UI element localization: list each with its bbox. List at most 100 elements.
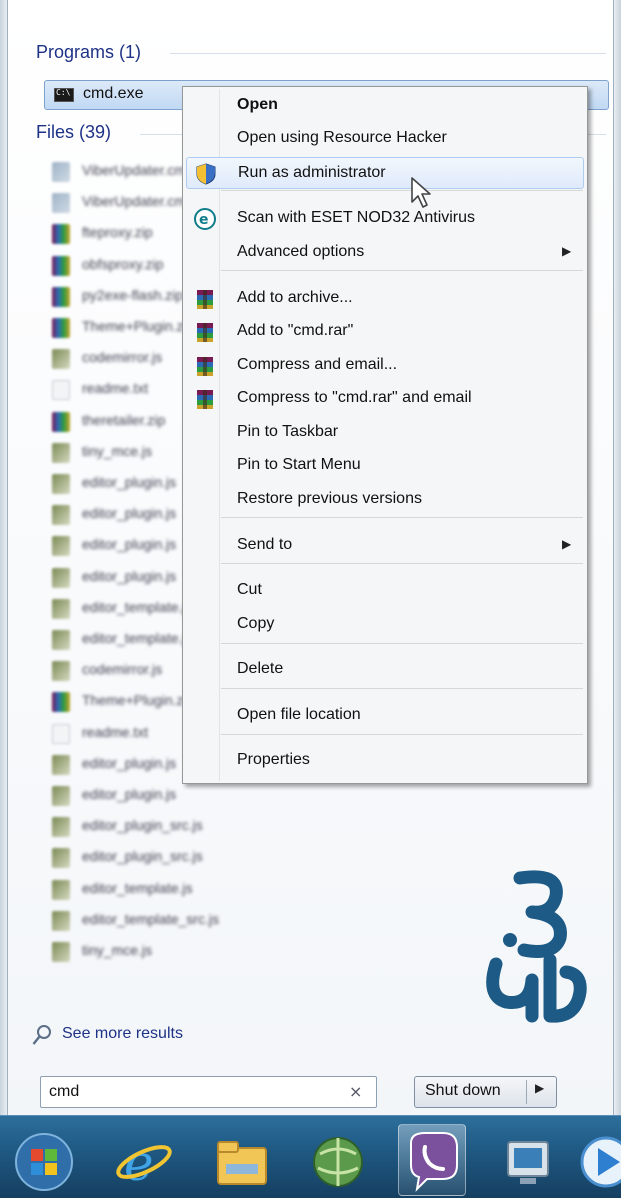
cmd-icon [54,88,74,102]
file-result-label: editor_template.js [82,598,193,615]
menu-item-label: Open [237,96,278,113]
menu-item-open-using-resource-hacker[interactable]: Open using Resource Hacker [186,123,584,155]
menu-item-label: Open using Resource Hacker [237,129,447,146]
file-result-item[interactable]: editor_template.js [52,876,252,904]
js-file-icon [52,661,70,682]
file-explorer-icon [217,1141,267,1185]
taskbar-internet-explorer[interactable]: e [110,1124,178,1196]
file-result-label: fteproxy.zip [82,224,153,241]
menu-item-open-file-location[interactable]: Open file location [186,700,584,732]
file-result-label: codemirror.js [82,349,163,366]
taskbar-media-player[interactable] [572,1124,621,1196]
remote-desktop-icon [507,1141,549,1184]
menu-item-send-to[interactable]: Send to ▶ [186,530,584,562]
file-result-label: readme.txt [82,723,149,740]
menu-item-label: Cut [237,581,262,598]
menu-item-run-as-administrator[interactable]: Run as administrator [186,157,584,189]
menu-item-restore-previous-versions[interactable]: Restore previous versions [186,484,584,516]
eset-icon: e [194,208,216,230]
js-file-icon [52,442,70,463]
menu-item-label: Compress to "cmd.rar" and email [237,389,472,406]
menu-item-cut[interactable]: Cut [186,575,584,607]
file-result-label: editor_plugin.js [82,754,177,771]
file-result-item[interactable]: tiny_mce.js [52,938,252,966]
menu-item-properties[interactable]: Properties [186,745,584,777]
file-result-label: editor_template.js [82,879,193,896]
menu-item-add-to-cmd-rar[interactable]: Add to "cmd.rar" [186,316,584,348]
menu-item-label: Advanced options [237,243,365,260]
taskbar: e [0,1115,621,1198]
menu-item-delete[interactable]: Delete [186,654,584,686]
js-file-icon [52,505,70,526]
menu-item-label: Open file location [237,706,361,723]
menu-item-pin-to-taskbar[interactable]: Pin to Taskbar [186,417,584,449]
file-result-label: theretailer.zip [82,411,166,428]
file-result-label: editor_plugin.js [82,536,177,553]
menu-item-label: Restore previous versions [237,490,422,507]
menu-item-label: Properties [237,751,310,768]
taskbar-remote-desktop[interactable] [494,1124,562,1196]
js-file-icon [52,630,70,650]
file-result-label: editor_plugin.js [82,505,177,522]
context-menu-separator [221,734,583,735]
search-box[interactable]: × [40,1076,377,1108]
js-file-icon [52,474,70,494]
menu-item-pin-to-start-menu[interactable]: Pin to Start Menu [186,450,584,482]
winrar-archive-icon [52,255,70,276]
file-result-item[interactable]: editor_template_src.js [52,907,252,935]
menu-item-add-to-archive[interactable]: Add to archive... [186,283,584,315]
shutdown-button-group: Shut down ▶ [414,1076,557,1108]
js-file-icon [52,349,70,370]
file-result-label: editor_template.js [82,630,193,646]
winrar-icon [194,288,216,310]
winrar-archive-icon [52,411,70,432]
file-result-label: editor_plugin_src.js [82,848,203,865]
js-file-icon [52,848,70,869]
svg-text:e: e [124,1134,154,1192]
program-label: cmd.exe [83,85,144,102]
see-more-label: See more results [62,1025,183,1042]
text-file-icon [52,380,70,401]
menu-item-open[interactable]: Open [186,90,584,122]
search-input[interactable] [49,1081,339,1103]
taskbar-viber[interactable] [398,1124,466,1196]
winrar-archive-icon [52,692,70,713]
menu-item-scan-with-eset-nod32-antivirus[interactable]: e Scan with ESET NOD32 Antivirus [186,203,584,235]
context-menu-separator [221,190,583,191]
uac-shield-icon [195,163,217,185]
file-result-item[interactable]: editor_plugin.js [52,782,252,810]
winrar-archive-icon [52,224,70,245]
winrar-icon [194,321,216,343]
menu-item-compress-to-cmd-rar-and-email[interactable]: Compress to "cmd.rar" and email [186,383,584,415]
file-result-label: editor_plugin.js [82,474,177,490]
file-result-label: tiny_mce.js [82,942,153,958]
file-result-label: editor_template_src.js [82,910,219,927]
file-result-label: ViberUpdater.cmd [82,193,194,210]
start-button[interactable] [10,1124,78,1196]
file-result-label: readme.txt [82,380,149,397]
clear-search-icon[interactable]: × [349,1082,362,1101]
shutdown-button[interactable]: Shut down [425,1082,501,1100]
menu-item-compress-and-email[interactable]: Compress and email... [186,350,584,382]
menu-item-label: Send to [237,536,293,553]
file-result-label: py2exe-flash.zip [82,286,184,303]
file-result-label: editor_plugin.js [82,786,177,802]
viber-file-icon [52,162,70,182]
taskbar-file-explorer[interactable] [208,1124,276,1196]
menu-item-copy[interactable]: Copy [186,609,584,641]
search-icon [32,1025,51,1045]
menu-item-advanced-options[interactable]: Advanced options ▶ [186,237,584,269]
file-result-label: editor_plugin_src.js [82,817,203,834]
menu-item-label: Add to "cmd.rar" [237,322,354,339]
context-menu-separator [221,270,583,271]
file-result-item[interactable]: editor_plugin_src.js [52,813,252,841]
context-menu: Open Open using Resource Hacker Run as adm… [182,86,588,784]
file-result-item[interactable]: editor_plugin_src.js [52,844,252,872]
shutdown-options-arrow-icon[interactable]: ▶ [535,1081,544,1095]
menu-item-label: Run as administrator [238,164,386,181]
submenu-arrow-icon: ▶ [562,537,572,551]
menu-item-label: Pin to Taskbar [237,423,339,440]
menu-item-label: Copy [237,615,275,632]
taskbar-network-app[interactable] [304,1124,372,1196]
files-header: Files (39) [36,122,112,142]
